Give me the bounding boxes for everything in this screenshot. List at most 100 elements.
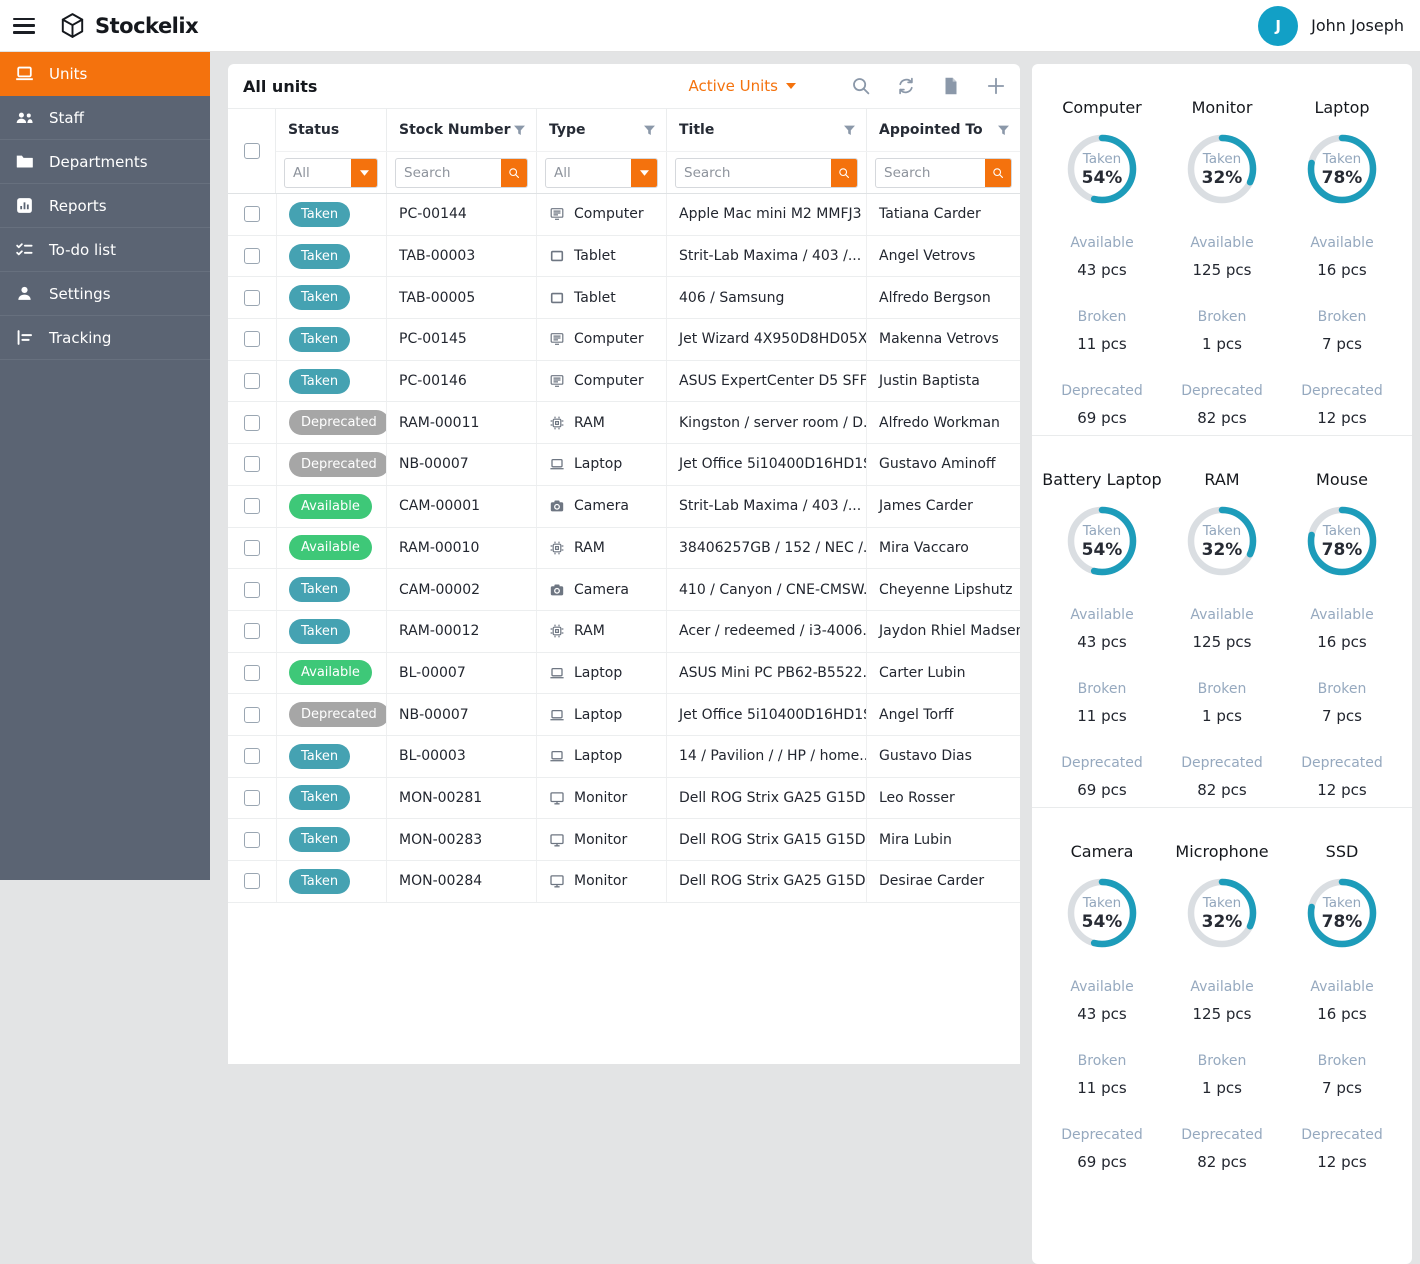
appointed-to-cell: Alfredo Workman	[866, 402, 1020, 444]
stat-card-title: Camera	[1070, 842, 1134, 861]
sidebar-item-units[interactable]: Units	[0, 52, 210, 96]
row-checkbox[interactable]	[244, 248, 260, 265]
type-label: Camera	[574, 498, 629, 515]
donut-taken-label: Taken	[1082, 150, 1122, 167]
status-filter-select[interactable]: All	[284, 157, 378, 188]
stock-number-cell: PC-00145	[386, 319, 536, 360]
table-row[interactable]: Taken PC-00144 Computer Apple Mac mini M2 M…	[228, 194, 1020, 236]
title-search-button[interactable]	[831, 158, 857, 187]
taken-donut-chart: Taken 54%	[1064, 875, 1140, 951]
table-row[interactable]: Available CAM-00001 Camera Strit-Lab Maxima…	[228, 485, 1020, 528]
broken-label: Broken	[1317, 1053, 1367, 1069]
row-checkbox[interactable]	[244, 414, 260, 431]
appointed-to-cell: Makenna Vetrovs	[866, 319, 1020, 360]
sidebar-item-departments[interactable]: Departments	[0, 140, 210, 184]
stat-card-title: Monitor	[1191, 98, 1253, 117]
user-avatar[interactable]: J	[1258, 5, 1299, 46]
appointed-to-cell: Desirae Carder	[866, 861, 1020, 902]
title-cell: Kingston / server room / D...	[666, 402, 866, 444]
row-checkbox[interactable]	[244, 331, 260, 348]
stat-card-microphone: Microphone Taken 32% Available 125 pcs Broken…	[1162, 842, 1282, 1173]
table-row[interactable]: Available RAM-00010 RAM 38406257GB / 152 / …	[228, 527, 1020, 570]
sidebar-item-staff[interactable]: Staff	[0, 96, 210, 140]
filter-icon[interactable]	[997, 124, 1010, 137]
table-row[interactable]: Taken MON-00283 Monitor Dell ROG Strix GA15…	[228, 819, 1020, 861]
type-filter-caret-button[interactable]	[631, 158, 657, 187]
appointed-search-button[interactable]	[985, 158, 1011, 187]
row-checkbox[interactable]	[244, 373, 260, 390]
row-checkbox[interactable]	[244, 789, 260, 806]
donut-taken-percent: 78%	[1321, 539, 1363, 560]
status-badge: Taken	[289, 243, 351, 269]
table-row[interactable]: Deprecated NB-00007 Laptop Jet Office 5i104…	[228, 444, 1020, 486]
refresh-icon[interactable]	[896, 76, 916, 96]
table-row[interactable]: Taken TAB-00005 Tablet 406 / Samsung Alfredo…	[228, 277, 1020, 320]
row-checkbox[interactable]	[244, 498, 260, 515]
type-label: Camera	[574, 581, 629, 598]
deprecated-value: 12 pcs	[1317, 1153, 1367, 1171]
sidebar-item-settings[interactable]: Settings	[0, 272, 210, 316]
table-row[interactable]: Taken PC-00146 Computer ASUS ExpertCenter D…	[228, 360, 1020, 403]
stock-number-cell: BL-00007	[386, 652, 536, 694]
appointed-search-input[interactable]: Search	[875, 157, 1012, 188]
filter-icon[interactable]	[643, 124, 656, 137]
table-row[interactable]: Taken TAB-00003 Tablet Strit-Lab Maxima / 4…	[228, 235, 1020, 278]
row-checkbox[interactable]	[244, 456, 260, 473]
table-row[interactable]: Taken MON-00281 Monitor Dell ROG Strix GA25…	[228, 777, 1020, 820]
sidebar-item-to-do-list[interactable]: To-do list	[0, 228, 210, 272]
sidebar-item-reports[interactable]: Reports	[0, 184, 210, 228]
stock-number-cell: RAM-00012	[386, 610, 536, 652]
appointed-to-cell: Jaydon Rhiel Madsen	[866, 610, 1020, 652]
row-checkbox[interactable]	[244, 873, 260, 890]
sidebar-item-label: Tracking	[49, 328, 112, 347]
stat-card-laptop: Laptop Taken 78% Available 16 pcs Broken 7 pcs…	[1282, 98, 1402, 429]
title-cell: Dell ROG Strix GA25 G15DK...	[666, 861, 866, 902]
row-checkbox[interactable]	[244, 623, 260, 640]
table-row[interactable]: Taken RAM-00012 RAM Acer / redeemed / i3-40…	[228, 610, 1020, 653]
column-label: Stock Number	[399, 122, 511, 138]
broken-value: 11 pcs	[1077, 335, 1127, 353]
title-cell: Strit-Lab Maxima / 403 /...	[666, 485, 866, 527]
type-filter-select[interactable]: All	[545, 157, 658, 188]
table-row[interactable]: Taken CAM-00002 Camera 410 / Canyon / CNE-C…	[228, 569, 1020, 611]
donut-taken-percent: 78%	[1321, 911, 1363, 932]
table-row[interactable]: Taken PC-00145 Computer Jet Wizard 4X950D8H…	[228, 319, 1020, 361]
hamburger-menu-icon[interactable]	[13, 17, 35, 34]
deprecated-label: Deprecated	[1181, 383, 1263, 399]
table-row[interactable]: Deprecated NB-00007 Laptop Jet Office 5i104…	[228, 694, 1020, 736]
search-icon[interactable]	[851, 76, 871, 96]
type-filter-value: All	[554, 164, 571, 181]
donut-taken-percent: 32%	[1201, 911, 1243, 932]
table-row[interactable]: Available BL-00007 Laptop ASUS Mini PC PB62…	[228, 652, 1020, 695]
select-all-checkbox[interactable]	[243, 143, 260, 159]
status-badge: Deprecated	[289, 451, 386, 477]
title-search-input[interactable]: Search	[675, 157, 858, 188]
table-row[interactable]: Taken MON-00284 Monitor Dell ROG Strix GA25…	[228, 861, 1020, 903]
row-checkbox[interactable]	[244, 206, 260, 223]
sidebar-item-tracking[interactable]: Tracking	[0, 316, 210, 360]
user-name[interactable]: John Joseph	[1311, 16, 1404, 35]
stock-number-search-input[interactable]: Search	[395, 157, 528, 188]
filter-icon[interactable]	[843, 124, 856, 137]
donut-taken-percent: 32%	[1201, 539, 1243, 560]
row-checkbox[interactable]	[244, 539, 260, 556]
deprecated-value: 69 pcs	[1077, 409, 1127, 427]
status-badge: Taken	[289, 618, 351, 644]
row-checkbox[interactable]	[244, 748, 260, 765]
export-document-icon[interactable]	[941, 76, 961, 96]
filter-icon[interactable]	[513, 124, 526, 137]
row-checkbox[interactable]	[244, 706, 260, 723]
taken-donut-chart: Taken 32%	[1184, 131, 1260, 207]
deprecated-value: 69 pcs	[1077, 1153, 1127, 1171]
status-filter-caret-button[interactable]	[351, 158, 377, 187]
row-checkbox[interactable]	[244, 831, 260, 848]
row-checkbox[interactable]	[244, 581, 260, 598]
row-checkbox[interactable]	[244, 289, 260, 306]
table-row[interactable]: Taken BL-00003 Laptop 14 / Pavilion / / HP …	[228, 735, 1020, 778]
active-units-dropdown[interactable]: Active Units	[688, 77, 796, 95]
add-unit-icon[interactable]	[986, 76, 1006, 96]
row-checkbox[interactable]	[244, 664, 260, 681]
page-title: All units	[243, 76, 318, 96]
table-row[interactable]: Deprecated RAM-00011 RAM Kingston / server …	[228, 402, 1020, 445]
stock-number-search-button[interactable]	[501, 158, 527, 187]
